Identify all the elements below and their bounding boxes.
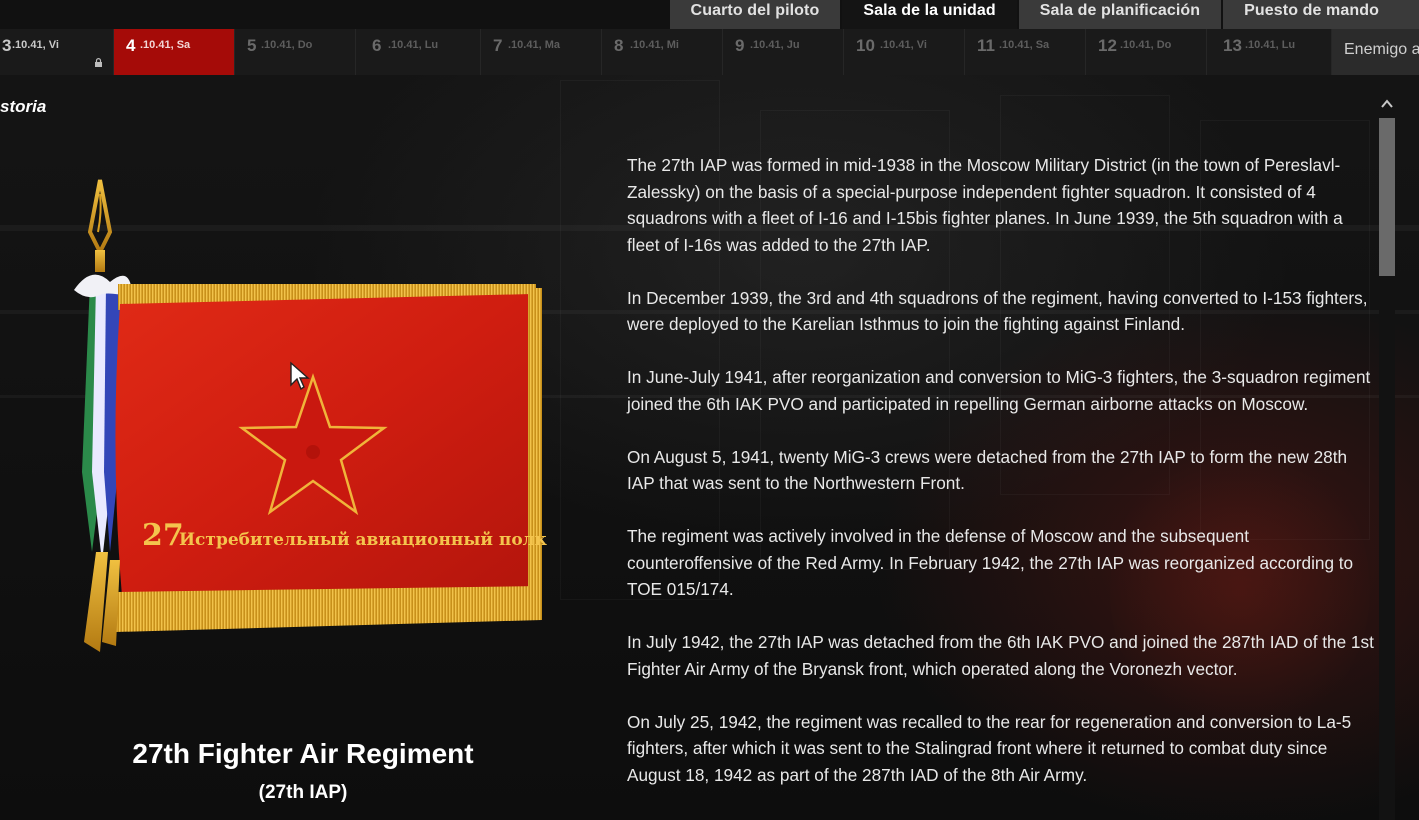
mouse-pointer-icon [289,361,311,391]
room-tabs: Cuarto del piloto Sala de la unidad Sala… [669,0,1419,29]
day-number: 9 [735,36,745,55]
day-date: .10.41, Do [261,39,313,51]
day-date: .10.41, Lu [1245,39,1296,51]
day-date: .10.41, Vi [880,39,927,51]
day-3[interactable]: 3 .10.41, Vi [0,29,114,75]
day-5[interactable]: 5 .10.41, Do [235,29,356,75]
regiment-banner: 27 Истребительный авиационный полк [62,172,552,672]
day-number: 6 [372,36,382,55]
day-number: 10 [856,36,875,55]
day-date: .10.41, Vi [12,39,59,51]
day-10[interactable]: 10 .10.41, Vi [844,29,965,75]
tab-sala-de-la-unidad[interactable]: Sala de la unidad [842,0,1017,29]
inscription-text: Истребительный авиационный полк [179,530,548,550]
tab-puesto-de-mando[interactable]: Puesto de mando [1223,0,1419,29]
day-number: 8 [614,36,624,55]
history-paragraph: The regiment was actively involved in th… [627,526,1354,599]
day-number: 5 [247,36,257,55]
day-number: 7 [493,36,503,55]
chevron-up-icon[interactable] [1380,97,1394,111]
day-date: .10.41, Sa [999,39,1050,51]
day-date: .10.41, Do [1120,39,1172,51]
tab-cuarto-del-piloto[interactable]: Cuarto del piloto [669,0,841,29]
day-number: 4 [126,36,136,55]
day-date: .10.41, Sa [140,39,191,51]
history-paragraph: On August 5, 1941, twenty MiG-3 crews we… [627,446,1348,494]
history-text: The 27th IAP was formed in mid-1938 in t… [627,152,1375,815]
tab-sala-de-planificacion[interactable]: Sala de planificación [1018,0,1222,29]
day-12[interactable]: 12 .10.41, Do [1086,29,1207,75]
day-number: 3 [2,36,12,55]
day-date: .10.41, Lu [388,39,439,51]
lock-icon [94,58,103,67]
day-date: .10.41, Ma [508,39,560,51]
day-number: 12 [1098,36,1117,55]
history-paragraph: On July 25, 1942, the regiment was recal… [627,711,1352,785]
history-paragraph: In July 1942, the 27th IAP was detached … [627,632,1374,679]
day-11[interactable]: 11 .10.41, Sa [965,29,1086,75]
day-4[interactable]: 4 .10.41, Sa [114,29,235,75]
banner-illustration: 27 Истребительный авиационный полк [74,179,548,652]
day-number: 11 [977,36,995,55]
enemy-tab[interactable]: Enemigo a [1332,29,1419,75]
calendar-day-strip: 3 .10.41, Vi 4 .10.41, Sa 5 .10.41, Do 6… [0,29,1419,75]
day-6[interactable]: 6 .10.41, Lu [360,29,481,75]
top-navigation: Cuarto del piloto Sala de la unidad Sala… [0,0,1419,29]
inscription-number: 27 [142,518,184,553]
history-paragraph: In June-July 1941, after reorganization … [627,367,1371,414]
regiment-abbreviation: (27th IAP) [258,782,348,803]
day-13[interactable]: 13 .10.41, Lu [1211,29,1332,75]
history-paragraph: The 27th IAP was formed in mid-1938 in t… [627,155,1343,255]
day-date: .10.41, Mi [630,39,679,51]
day-8[interactable]: 8 .10.41, Mi [602,29,723,75]
history-paragraph: In December 1939, the 3rd and 4th squadr… [627,287,1368,335]
day-date: .10.41, Ju [750,39,800,51]
section-title: storia [0,97,47,116]
day-7[interactable]: 7 .10.41, Ma [481,29,602,75]
regiment-name: 27th Fighter Air Regiment [132,738,474,769]
scrollbar-thumb[interactable] [1379,118,1395,276]
day-number: 13 [1223,36,1242,55]
day-9[interactable]: 9 .10.41, Ju [723,29,844,75]
